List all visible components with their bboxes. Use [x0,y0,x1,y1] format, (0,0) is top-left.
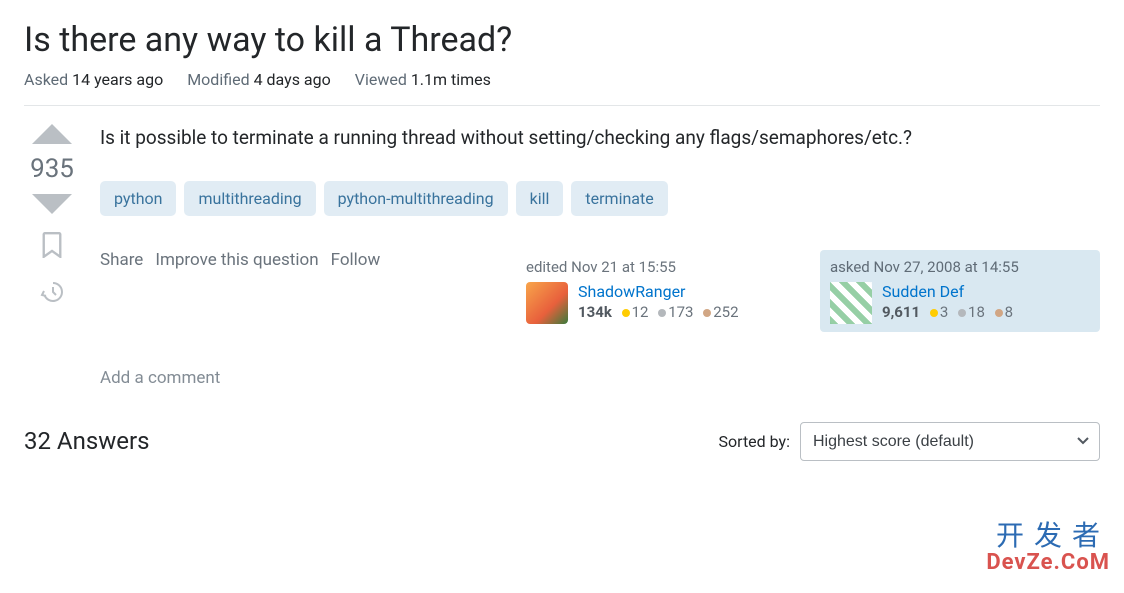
bookmark-icon[interactable] [41,232,63,262]
question-title: Is there any way to kill a Thread? [24,20,1100,60]
watermark: 开发者 DevZe.CoM [986,514,1110,575]
asker-card: asked Nov 27, 2008 at 14:55 Sudden Def 9… [820,250,1100,332]
tag-python[interactable]: python [100,181,176,216]
bronze-badge-icon [703,309,711,317]
sort-label: Sorted by: [719,432,791,451]
editor-avatar[interactable] [526,282,568,324]
follow-link[interactable]: Follow [331,250,381,270]
editor-name-link[interactable]: ShadowRanger [578,282,739,301]
add-comment-link[interactable]: Add a comment [100,368,1100,388]
timeline-icon[interactable] [40,280,64,308]
sort-select[interactable]: Highest score (default) [800,422,1100,461]
tag-terminate[interactable]: terminate [571,181,667,216]
tag-python-multithreading[interactable]: python-multithreading [324,181,508,216]
asked-meta: Asked 14 years ago [24,70,163,89]
bronze-badge-icon [995,309,1003,317]
gold-badge-icon [622,309,630,317]
downvote-button[interactable] [32,194,72,214]
upvote-button[interactable] [32,124,72,144]
tag-multithreading[interactable]: multithreading [184,181,315,216]
question-meta: Asked 14 years ago Modified 4 days ago V… [24,70,1100,106]
vote-score: 935 [30,154,74,184]
silver-badge-icon [658,309,666,317]
post-actions: Share Improve this question Follow [100,250,492,270]
vote-column: 935 [24,124,80,308]
editor-stats: 134k 12 173 252 [578,303,739,321]
improve-link[interactable]: Improve this question [155,250,318,270]
tag-list: python multithreading python-multithread… [100,181,1100,216]
asker-stats: 9,611 3 18 8 [882,303,1013,321]
gold-badge-icon [930,309,938,317]
modified-meta: Modified 4 days ago [187,70,331,89]
viewed-meta: Viewed 1.1m times [355,70,491,89]
editor-card: edited Nov 21 at 15:55 ShadowRanger 134k… [516,250,796,332]
silver-badge-icon [958,309,966,317]
answers-header: 32 Answers [24,427,150,455]
question-body: Is it possible to terminate a running th… [100,124,1100,153]
share-link[interactable]: Share [100,250,143,270]
asker-name-link[interactable]: Sudden Def [882,282,1013,301]
asker-avatar[interactable] [830,282,872,324]
tag-kill[interactable]: kill [516,181,564,216]
